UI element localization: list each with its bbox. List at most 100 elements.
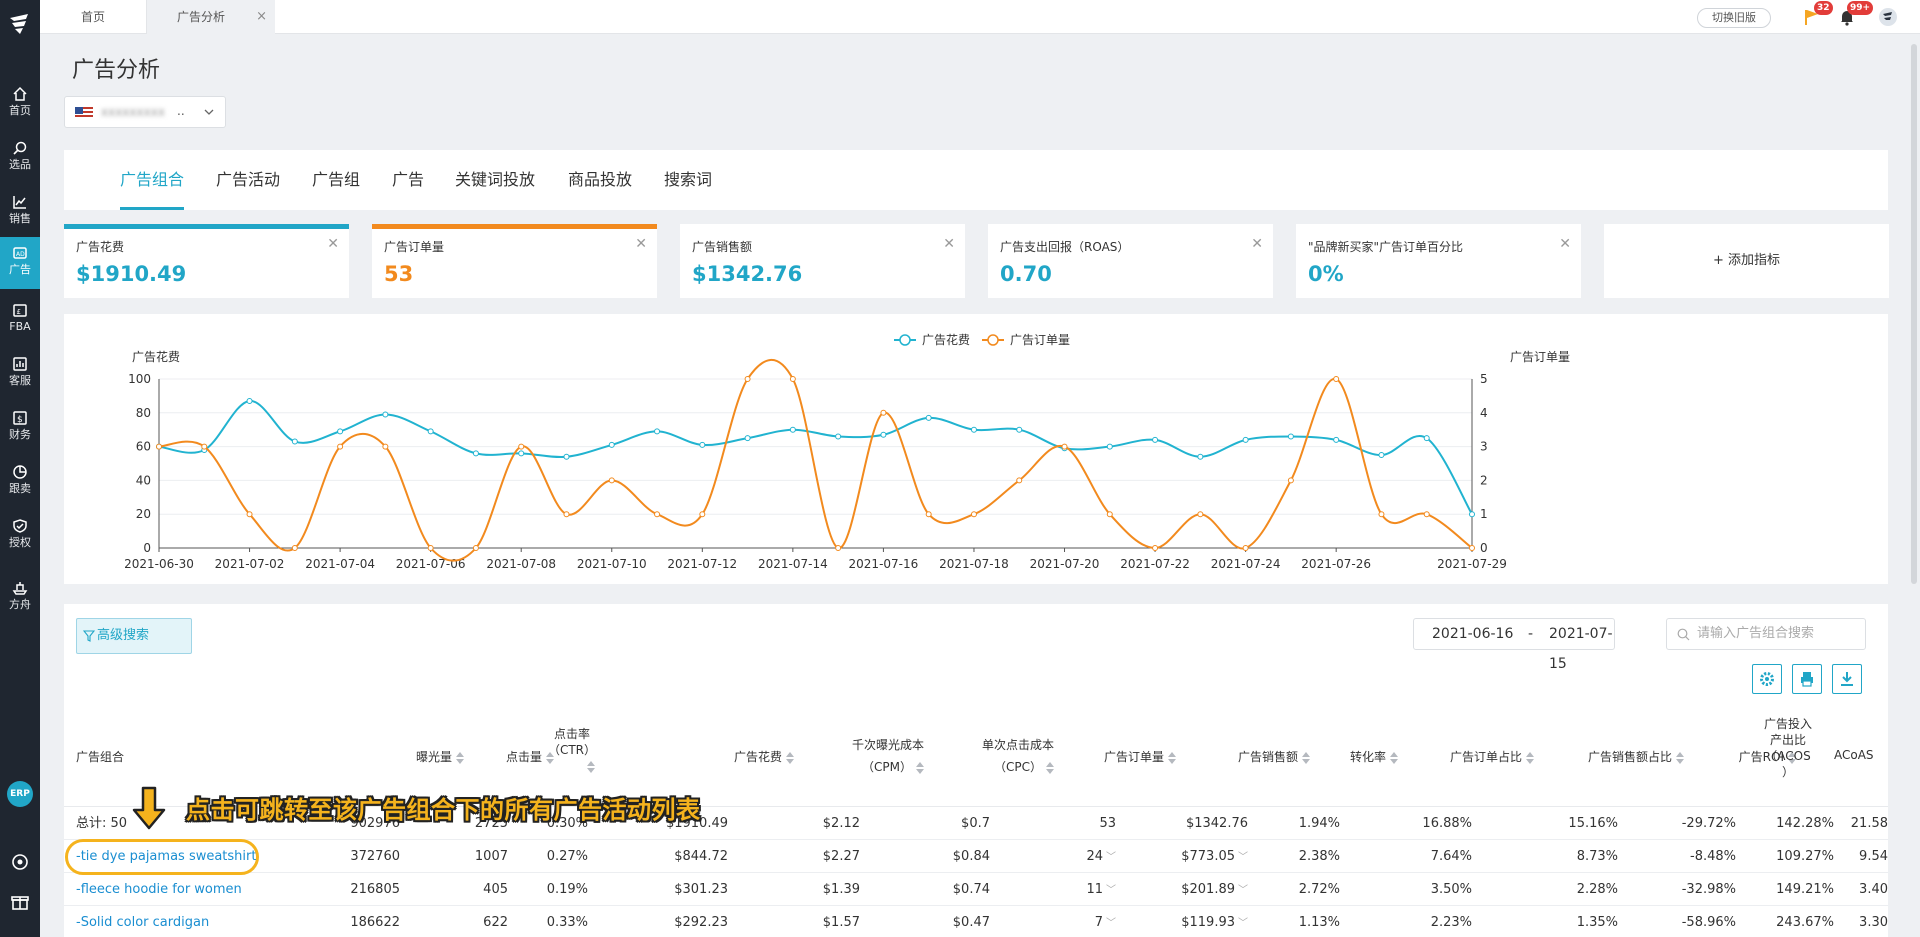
data-point	[1287, 433, 1294, 440]
logo-icon	[10, 14, 28, 34]
sort-icon[interactable]	[786, 751, 794, 764]
sidebar-item-selection[interactable]: 选品	[0, 132, 40, 182]
metric-card-orders[interactable]: 广告订单量 53 ✕	[372, 224, 657, 298]
close-icon[interactable]: ✕	[1559, 236, 1571, 252]
flag-notifications[interactable]: 32	[1802, 1, 1833, 27]
tab-product-targeting[interactable]: 商品投放	[568, 150, 632, 210]
switch-old-version-button[interactable]: 切换旧版	[1697, 8, 1771, 28]
erp-button[interactable]: ERP	[7, 781, 33, 807]
portfolio-search-input[interactable]: 请输入广告组合搜索	[1666, 618, 1866, 650]
sidebar-item-ads[interactable]: AD 广告	[0, 237, 40, 289]
scroll-thumb[interactable]	[1911, 44, 1917, 584]
data-point	[835, 545, 842, 551]
date-end: 2021-07-15	[1549, 626, 1613, 672]
sidebar-item-finance[interactable]: $ 财务	[0, 402, 40, 452]
data-point	[563, 511, 570, 518]
close-icon[interactable]: ✕	[327, 236, 339, 252]
col-header-label: （CTR）	[547, 743, 597, 757]
download-icon	[1841, 672, 1853, 686]
tab-portfolio[interactable]: 广告组合	[120, 150, 185, 210]
sidebar-item-fba[interactable]: £ FBA	[0, 294, 40, 344]
col-header-cpc[interactable]: 单次点击成本 （CPC）	[954, 734, 1054, 778]
col-header-sales-share[interactable]: 广告销售额占比	[1534, 748, 1684, 765]
sort-icon[interactable]	[1168, 751, 1176, 764]
col-header-cpm[interactable]: 千次曝光成本 （CPM）	[824, 734, 924, 778]
col-header-orders[interactable]: 广告订单量	[1064, 748, 1176, 765]
download-button[interactable]	[1832, 664, 1862, 694]
data-point	[1469, 511, 1475, 518]
left-sidebar: 首页 选品 销售 AD 广告 £ FBA 客服 $ 财务 跟卖 授权 方舟 ER…	[0, 0, 40, 937]
data-point	[1333, 376, 1340, 382]
metric-value: 53	[384, 262, 414, 286]
y-tick-label-right: 1	[1480, 507, 1488, 521]
col-header-ctr[interactable]: 点击率 （CTR）	[534, 726, 610, 774]
sort-icon[interactable]	[1676, 751, 1684, 764]
search-icon	[13, 141, 27, 155]
data-point	[1152, 545, 1159, 551]
tab-campaign[interactable]: 广告活动	[216, 150, 280, 210]
col-header-cvr[interactable]: 转化率	[1300, 748, 1398, 765]
metric-label: 广告订单量	[384, 240, 445, 254]
col-header-spend[interactable]: 广告花费	[664, 748, 794, 765]
data-point	[337, 443, 344, 450]
metric-card-spend[interactable]: 广告花费 $1910.49 ✕	[64, 224, 349, 298]
arrow-down-icon	[132, 786, 166, 830]
col-header-label: 点击率	[553, 727, 590, 741]
close-icon[interactable]: ×	[256, 0, 267, 34]
ad-icon: AD	[13, 247, 27, 259]
data-point	[1423, 511, 1430, 518]
sidebar-item-follow[interactable]: 跟卖	[0, 456, 40, 506]
sort-icon[interactable]	[587, 760, 595, 773]
sort-icon[interactable]	[916, 761, 924, 774]
metric-label: "品牌新买家"广告订单百分比	[1308, 240, 1464, 254]
metric-card-roas[interactable]: 广告支出回报（ROAS） 0.70 ✕	[988, 224, 1273, 298]
data-point	[880, 431, 887, 438]
x-tick-label: 2021-07-26	[1301, 557, 1371, 571]
gift-icon[interactable]	[10, 892, 30, 912]
search-placeholder: 请输入广告组合搜索	[1697, 626, 1815, 641]
sort-icon[interactable]	[1526, 751, 1534, 764]
metric-card-sales[interactable]: 广告销售额 $1342.76 ✕	[680, 224, 965, 298]
y-tick-label-right: 4	[1480, 406, 1488, 420]
support-icon[interactable]	[10, 852, 30, 872]
sidebar-item-label: 授权	[9, 536, 31, 549]
y-tick-label-right: 3	[1480, 440, 1488, 454]
tab-ad-analysis[interactable]: 广告分析 ×	[147, 0, 275, 34]
col-header-sales[interactable]: 广告销售额	[1194, 748, 1310, 765]
sidebar-item-ark[interactable]: 方舟	[0, 572, 40, 622]
sidebar-item-service[interactable]: 客服	[0, 348, 40, 398]
tab-search-terms[interactable]: 搜索词	[664, 150, 712, 210]
tab-ad-group[interactable]: 广告组	[312, 150, 360, 210]
tab-home[interactable]: 首页	[40, 0, 147, 34]
bell-notifications[interactable]: 99+	[1837, 1, 1874, 27]
metric-card-new-to-brand[interactable]: "品牌新买家"广告订单百分比 0% ✕	[1296, 224, 1581, 298]
tab-keyword-targeting[interactable]: 关键词投放	[455, 150, 535, 210]
sidebar-item-home[interactable]: 首页	[0, 78, 40, 128]
col-header-label: 广告订单占比	[1449, 750, 1522, 764]
user-avatar[interactable]	[1878, 7, 1898, 27]
date-range-picker[interactable]: 2021-06-16 - 2021-07-15	[1413, 618, 1615, 672]
advanced-search-button[interactable]: 高级搜索	[76, 618, 192, 654]
add-metric-button[interactable]: + 添加指标	[1604, 224, 1889, 298]
page-scrollbar[interactable]	[1908, 34, 1920, 937]
data-point	[1197, 453, 1204, 460]
legend-marker	[987, 334, 999, 346]
pie-icon	[13, 465, 27, 479]
data-point	[608, 441, 615, 448]
print-button[interactable]	[1792, 664, 1822, 694]
close-icon[interactable]: ✕	[943, 236, 955, 252]
data-point	[880, 409, 887, 416]
shop-selector[interactable]: xxxxxxxxx ..	[64, 96, 226, 128]
settings-button[interactable]	[1752, 664, 1782, 694]
tab-ad[interactable]: 广告	[392, 150, 424, 210]
sort-icon[interactable]	[1390, 751, 1398, 764]
close-icon[interactable]: ✕	[1251, 236, 1263, 252]
col-header-order-share[interactable]: 广告订单占比	[1404, 748, 1534, 765]
y-tick-label-left: 40	[136, 473, 151, 487]
x-tick-label: 2021-07-12	[667, 557, 737, 571]
sort-icon[interactable]	[1046, 761, 1054, 774]
sidebar-item-sales[interactable]: 销售	[0, 186, 40, 236]
close-icon[interactable]: ✕	[635, 236, 647, 252]
col-header-acos[interactable]: 广告投入 产出比 （ACOS ）	[1744, 716, 1832, 780]
sidebar-item-auth[interactable]: 授权	[0, 510, 40, 560]
